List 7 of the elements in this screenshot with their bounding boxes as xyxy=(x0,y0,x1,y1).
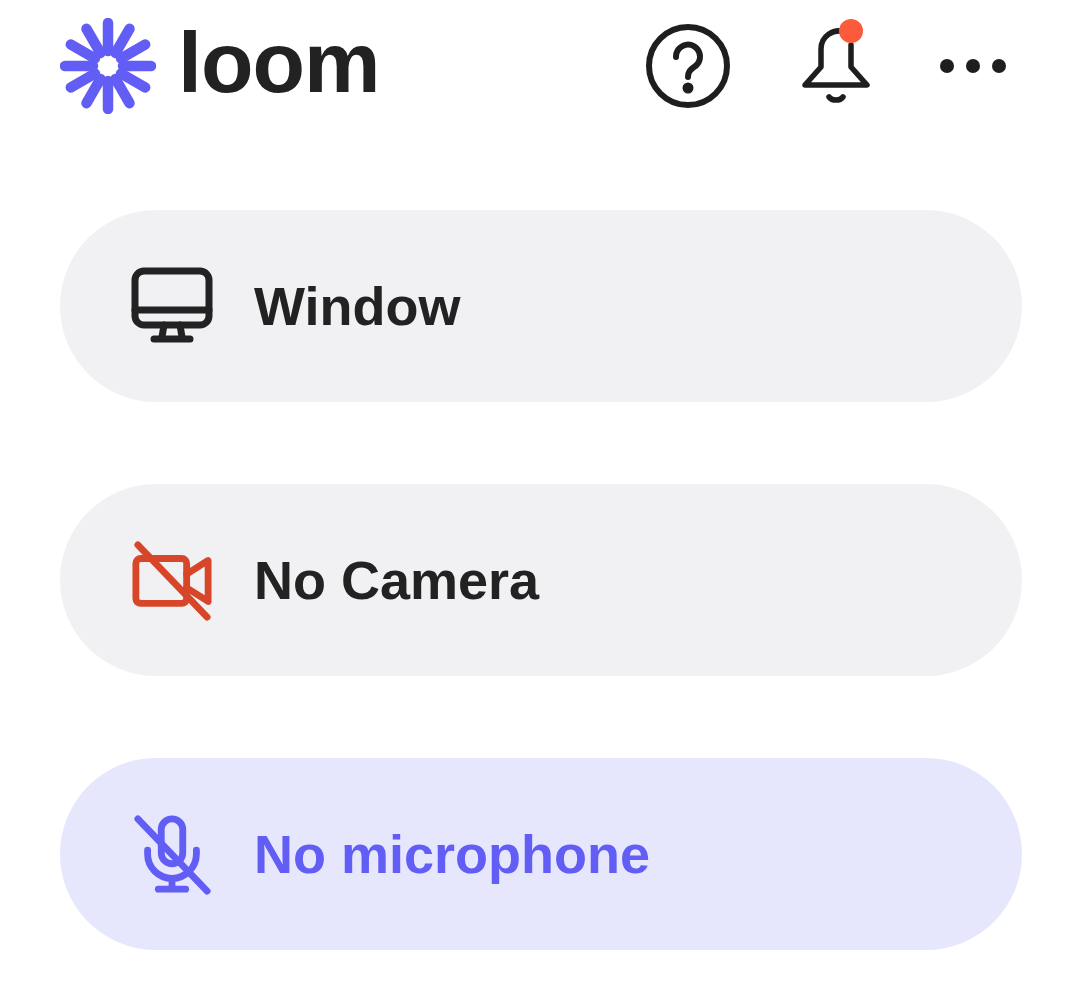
logo-text: loom xyxy=(178,19,380,105)
help-icon[interactable] xyxy=(645,23,731,109)
source-button[interactable]: No Camera xyxy=(60,484,1022,676)
logo-icon xyxy=(60,18,156,114)
source-button[interactable]: No microphone xyxy=(60,758,1022,950)
source-button[interactable]: Window xyxy=(60,210,1022,402)
more-icon[interactable] xyxy=(939,58,1007,74)
